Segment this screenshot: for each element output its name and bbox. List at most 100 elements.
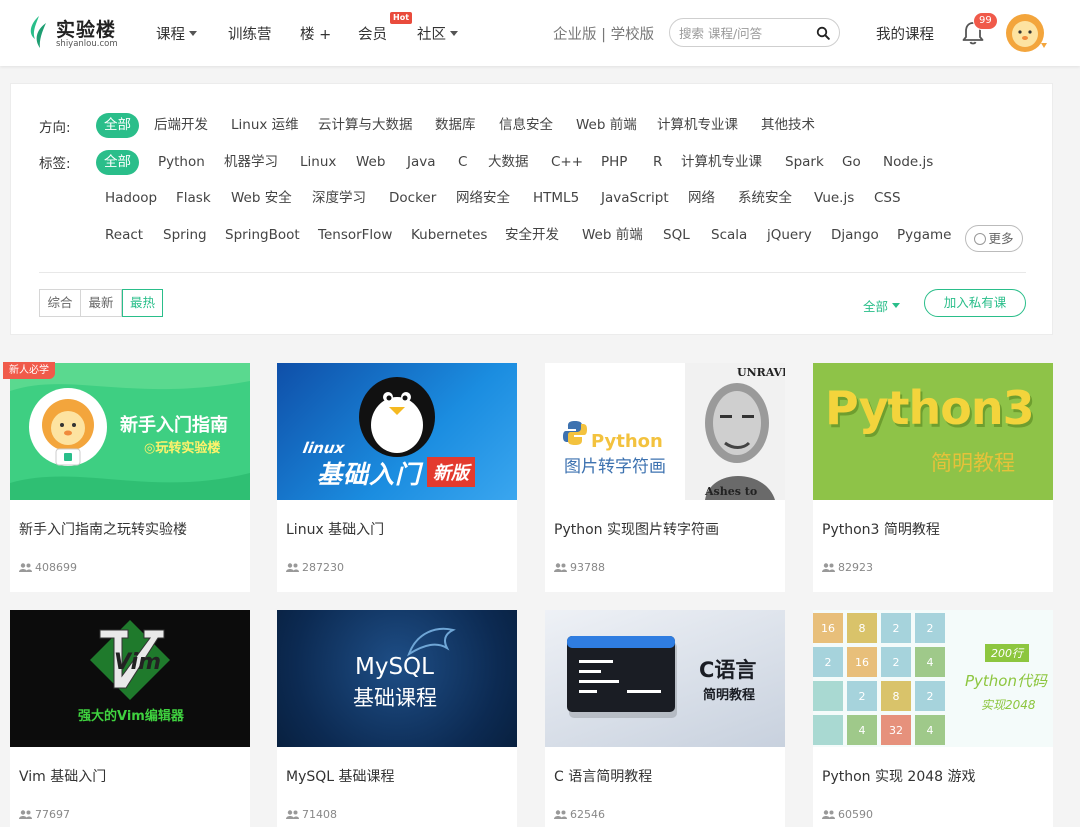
- tag-chip[interactable]: 系统安全: [732, 186, 798, 211]
- tag-chip[interactable]: Java: [401, 150, 442, 175]
- tag-chip[interactable]: Web: [350, 150, 391, 175]
- search-input[interactable]: [679, 24, 809, 42]
- tag-chip[interactable]: 计算机专业课: [675, 150, 768, 175]
- tag-chip[interactable]: Spark: [779, 150, 830, 175]
- course-title[interactable]: C 语言简明教程: [554, 766, 652, 786]
- tag-chip[interactable]: Web 前端: [576, 223, 649, 248]
- search-icon[interactable]: [816, 26, 830, 40]
- tag-chip[interactable]: JavaScript: [595, 186, 675, 211]
- course-card[interactable]: 新人必学 新手入门指南 ◎玩转实验楼 新手入门指南之玩转实验楼 408699: [3, 362, 250, 592]
- dolphin-icon: [407, 627, 456, 657]
- tag-chip[interactable]: SQL: [657, 223, 696, 248]
- tag-chip[interactable]: Pygame: [891, 223, 957, 248]
- tag-chip[interactable]: 网络: [682, 186, 721, 211]
- nav-community-label: 社区: [417, 27, 446, 43]
- sort-newest-button[interactable]: 最新: [81, 290, 122, 316]
- cover-subtitle: ◎玩转实验楼: [144, 441, 221, 456]
- game-tile: 16: [847, 647, 877, 677]
- more-tags-button[interactable]: 更多: [965, 225, 1023, 252]
- direction-chip[interactable]: 数据库: [429, 113, 482, 138]
- all-courses-dropdown[interactable]: 全部: [863, 296, 901, 315]
- tag-chip[interactable]: jQuery: [761, 223, 818, 248]
- tag-chip[interactable]: 安全开发: [499, 223, 565, 248]
- nav-courses[interactable]: 课程: [156, 23, 197, 44]
- direction-label: 方向:: [39, 120, 71, 136]
- tag-chip[interactable]: PHP: [595, 150, 633, 175]
- nav-community[interactable]: 社区: [417, 23, 458, 44]
- course-title[interactable]: Python3 简明教程: [822, 519, 940, 539]
- tag-chip[interactable]: R: [647, 150, 668, 175]
- nav-bootcamp[interactable]: 训练营: [228, 23, 272, 44]
- course-card[interactable]: MySQL 基础课程 MySQL 基础课程 71408: [277, 610, 517, 827]
- course-card[interactable]: Python3 简明教程 Python3 简明教程 82923: [813, 363, 1053, 592]
- tag-chip[interactable]: Web 安全: [225, 186, 298, 211]
- users-icon: [19, 562, 32, 572]
- course-card[interactable]: UNRAVE Ashes to Python 图片转字符画 Python 实现图…: [545, 363, 785, 592]
- join-private-course-button[interactable]: 加入私有课: [924, 289, 1026, 317]
- chevron-down-icon: [189, 30, 197, 36]
- course-card[interactable]: 16 8 2 2 2 16 2 4 2 8 2 4 32 4 200行 Python代码 实现2048 P…: [813, 610, 1053, 827]
- direction-chip[interactable]: 云计算与大数据: [312, 113, 419, 138]
- tag-chip[interactable]: SpringBoot: [219, 223, 306, 248]
- course-title[interactable]: MySQL 基础课程: [286, 766, 395, 786]
- cover-title: 新手入门指南: [120, 415, 228, 436]
- learner-count: 71408: [286, 808, 337, 821]
- tag-chip[interactable]: TensorFlow: [312, 223, 398, 248]
- tag-chip[interactable]: 全部: [96, 150, 139, 175]
- course-card[interactable]: Vim 强大的Vim编辑器 Vim 基础入门 77697: [10, 610, 250, 827]
- tag-chip[interactable]: Hadoop: [99, 186, 163, 211]
- course-card[interactable]: C语言 简明教程 C 语言简明教程 62546: [545, 610, 785, 827]
- tag-chip[interactable]: C: [452, 150, 473, 175]
- course-title[interactable]: Python 实现图片转字符画: [554, 519, 719, 539]
- tag-chip[interactable]: React: [99, 223, 149, 248]
- game-tile: 4: [915, 647, 945, 677]
- game-tile: [813, 715, 843, 745]
- sort-comprehensive-button[interactable]: 综合: [40, 290, 81, 316]
- tag-chip[interactable]: 网络安全: [450, 186, 516, 211]
- tag-chip[interactable]: Kubernetes: [405, 223, 493, 248]
- users-icon: [286, 562, 299, 572]
- course-title[interactable]: Vim 基础入门: [19, 766, 106, 786]
- course-title[interactable]: Python 实现 2048 游戏: [822, 766, 976, 786]
- tag-chip[interactable]: Scala: [705, 223, 753, 248]
- divider: [39, 272, 1026, 273]
- tag-chip[interactable]: Go: [836, 150, 867, 175]
- user-avatar[interactable]: [1003, 13, 1049, 53]
- course-title[interactable]: Linux 基础入门: [286, 519, 384, 539]
- tag-chip[interactable]: HTML5: [527, 186, 585, 211]
- nav-membership[interactable]: 会员: [358, 23, 387, 44]
- game-tile: 2: [881, 613, 911, 643]
- tag-chip[interactable]: Vue.js: [808, 186, 860, 211]
- penguin-icon: [359, 377, 435, 457]
- direction-chip[interactable]: 其他技术: [755, 113, 821, 138]
- nav-lou-plus[interactable]: 楼 +: [300, 23, 331, 44]
- tag-chip[interactable]: Docker: [383, 186, 442, 211]
- tag-chip[interactable]: 机器学习: [218, 150, 284, 175]
- enterprise-school-link[interactable]: 企业版 | 学校版: [553, 23, 654, 44]
- site-logo[interactable]: 实验楼 shiyanlou.com: [26, 14, 126, 52]
- direction-chip[interactable]: 计算机专业课: [651, 113, 744, 138]
- sort-hottest-button[interactable]: 最热: [122, 289, 163, 317]
- tag-chip[interactable]: 大数据: [482, 150, 535, 175]
- direction-chip[interactable]: 后端开发: [148, 113, 214, 138]
- tag-chip[interactable]: Node.js: [877, 150, 939, 175]
- tag-chip[interactable]: CSS: [868, 186, 907, 211]
- cover-title: Vim: [114, 650, 162, 675]
- course-card[interactable]: linux 基础入门 新版 Linux 基础入门 287230: [277, 363, 517, 592]
- direction-chip[interactable]: Linux 运维: [225, 113, 305, 138]
- direction-chip[interactable]: Web 前端: [570, 113, 643, 138]
- tag-chip[interactable]: Spring: [157, 223, 213, 248]
- cover-brand: UNRAVE: [737, 366, 785, 379]
- game-2048-grid: 16 8 2 2 2 16 2 4 2 8 2 4 32 4: [813, 610, 953, 747]
- new-user-tag: 新人必学: [3, 362, 55, 379]
- tag-chip[interactable]: Linux: [294, 150, 342, 175]
- tag-chip[interactable]: Flask: [170, 186, 217, 211]
- direction-chip[interactable]: 信息安全: [493, 113, 559, 138]
- course-title[interactable]: 新手入门指南之玩转实验楼: [19, 519, 187, 539]
- tag-chip[interactable]: Python: [152, 150, 211, 175]
- tag-chip[interactable]: Django: [825, 223, 885, 248]
- direction-chip[interactable]: 全部: [96, 113, 139, 138]
- my-courses-link[interactable]: 我的课程: [876, 23, 934, 44]
- tag-chip[interactable]: C++: [545, 150, 589, 175]
- tag-chip[interactable]: 深度学习: [306, 186, 372, 211]
